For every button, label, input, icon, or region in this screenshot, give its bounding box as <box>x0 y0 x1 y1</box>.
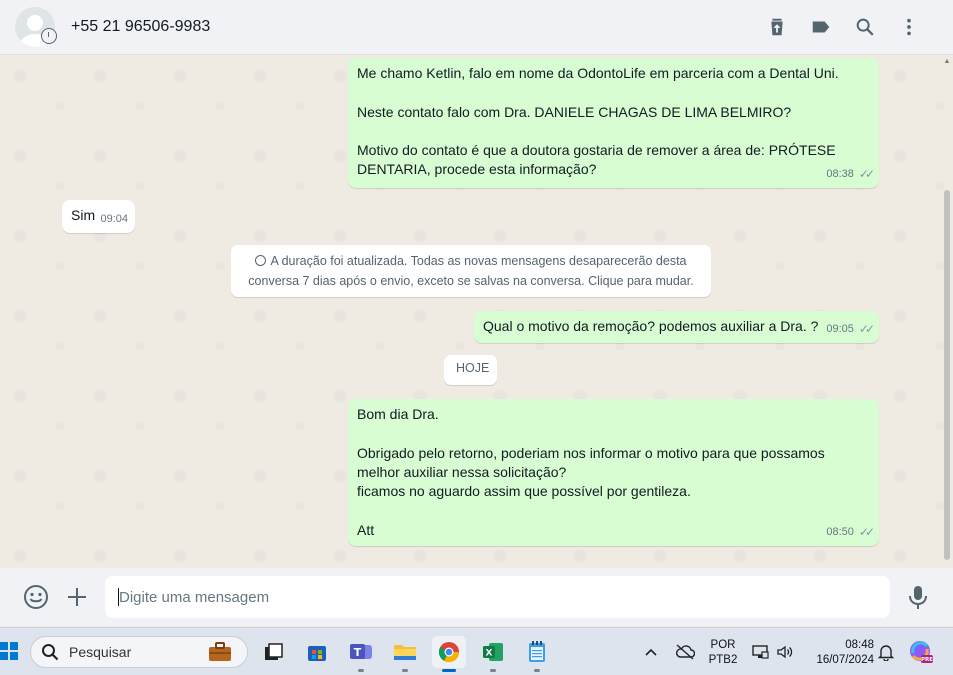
message-meta: 09:05 ✓✓ <box>826 320 875 339</box>
disappearing-notice[interactable]: A duração foi atualizada. Todas as novas… <box>231 245 711 297</box>
notepad-icon[interactable] <box>520 636 554 672</box>
message-text-line: Me chamo Ketlin, falo em nome da OdontoL… <box>357 65 839 81</box>
clock-time: 08:48 <box>845 639 874 651</box>
message-time: 09:04 <box>100 212 128 225</box>
message-text-line: melhor auxiliar nessa solicitação? <box>357 463 567 480</box>
cloud-offline-icon[interactable] <box>675 628 695 675</box>
excel-icon[interactable]: X <box>476 636 510 672</box>
message-time: 08:50 <box>826 525 854 538</box>
input-language[interactable]: POR PTB2 <box>706 638 740 668</box>
svg-text:T: T <box>354 646 362 659</box>
message-outgoing[interactable]: Bom dia Dra. Obrigado pelo retorno, pode… <box>348 399 879 546</box>
svg-text:X: X <box>486 649 493 659</box>
running-indicator <box>534 669 540 672</box>
running-indicator <box>358 669 364 672</box>
message-text-line: ficamos no aguardo assim que possível po… <box>357 483 691 500</box>
message-outgoing[interactable]: Me chamo Ketlin, falo em nome da OdontoL… <box>348 58 879 188</box>
message-composer <box>0 568 953 626</box>
notice-text: A duração foi atualizada. Todas as novas… <box>270 254 687 268</box>
chat-scrollbar-thumb[interactable] <box>944 190 950 560</box>
notifications-bell-icon[interactable] <box>878 628 894 675</box>
read-ticks-icon: ✓✓ <box>858 524 875 539</box>
chrome-icon[interactable] <box>432 636 466 672</box>
taskbar-search[interactable]: Pesquisar <box>30 636 248 668</box>
svg-text:PRE: PRE <box>921 657 933 663</box>
network-icon[interactable] <box>751 628 769 675</box>
notice-text: conversa 7 dias após o envio, exceto se … <box>248 274 694 288</box>
date-divider: HOJE <box>444 355 497 385</box>
running-indicator <box>442 669 456 672</box>
running-indicator <box>402 669 408 672</box>
clock-date: 16/07/2024 <box>816 654 874 666</box>
scroll-up-arrow-icon[interactable]: ▲ <box>943 58 951 66</box>
teams-icon[interactable]: T <box>344 636 378 672</box>
chat-header: +55 21 96506-9983 <box>0 0 953 55</box>
disappearing-timer-icon <box>41 28 57 44</box>
message-incoming[interactable]: Sim 09:04 <box>62 200 135 233</box>
language-code: POR <box>710 639 736 651</box>
message-text-line: Bom dia Dra. <box>357 406 439 422</box>
read-ticks-icon: ✓✓ <box>858 321 875 336</box>
read-ticks-icon: ✓✓ <box>858 166 875 181</box>
message-outgoing[interactable]: Qual o motivo da remoção? podemos auxili… <box>474 311 879 343</box>
message-text-line: Obrigado pelo retorno, poderiam nos info… <box>357 444 825 461</box>
system-clock[interactable]: 08:48 16/07/2024 <box>806 638 874 668</box>
message-list[interactable]: Me chamo Ketlin, falo em nome da OdontoL… <box>0 56 953 568</box>
message-meta: 08:38 ✓✓ <box>826 165 875 184</box>
copilot-icon[interactable]: PRE <box>908 628 934 675</box>
search-icon[interactable] <box>843 7 887 47</box>
emoji-icon[interactable] <box>16 577 56 617</box>
task-view-icon[interactable] <box>256 636 290 668</box>
message-text-line: Motivo do contato é que a doutora gostar… <box>357 142 836 159</box>
message-time: 09:05 <box>826 322 854 335</box>
text-cursor <box>118 588 119 606</box>
label-icon[interactable] <box>799 7 843 47</box>
message-text-line: Neste contato falo com Dra. DANIELE CHAG… <box>357 103 792 120</box>
briefcase-icon <box>209 642 231 661</box>
message-text-line: Att <box>357 521 375 538</box>
notice-line: A duração foi atualizada. Todas as novas… <box>243 251 699 271</box>
message-input[interactable] <box>105 576 890 618</box>
avatar-head <box>27 15 43 31</box>
show-hidden-icons-chevron-icon[interactable] <box>644 628 658 675</box>
message-meta: 08:50 ✓✓ <box>826 523 875 542</box>
search-icon <box>42 644 59 661</box>
running-indicator <box>490 669 496 672</box>
mic-icon[interactable] <box>898 577 938 617</box>
volume-icon[interactable] <box>776 628 794 675</box>
upload-icon[interactable] <box>755 7 799 47</box>
message-text-line: Qual o motivo da remoção? podemos auxili… <box>483 318 819 334</box>
taskbar-search-label: Pesquisar <box>69 644 132 660</box>
plus-icon[interactable] <box>57 577 97 617</box>
header-actions <box>755 7 931 47</box>
contact-name[interactable]: +55 21 96506-9983 <box>71 18 210 36</box>
windows-start-icon[interactable] <box>0 642 18 660</box>
message-meta: 09:04 <box>100 210 128 229</box>
timer-icon <box>255 255 267 266</box>
message-time: 08:38 <box>826 167 854 180</box>
keyboard-layout: PTB2 <box>708 654 738 666</box>
file-explorer-icon[interactable] <box>388 636 422 672</box>
windows-taskbar: Pesquisar T X POR PTB2 08:48 16/07/2024 … <box>0 627 953 675</box>
menu-icon[interactable] <box>887 7 931 47</box>
store-icon[interactable] <box>300 636 334 668</box>
message-text-line: DENTARIA, procede esta informação? <box>357 161 597 178</box>
